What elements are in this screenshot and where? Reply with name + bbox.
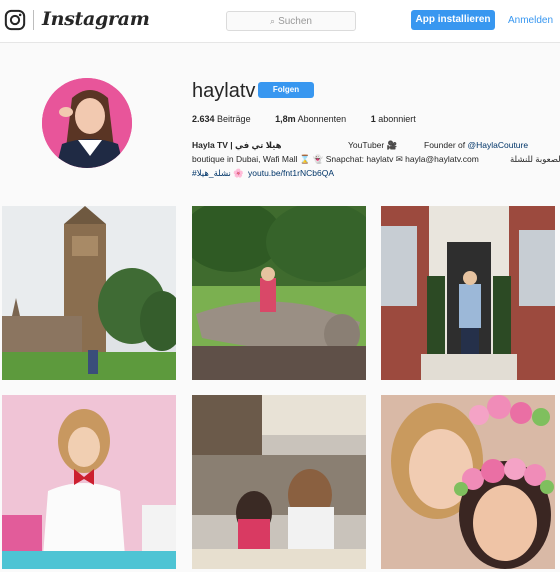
follow-button[interactable]: Folgen [258, 82, 314, 98]
post-tile[interactable] [2, 206, 176, 380]
search-placeholder: Suchen [278, 16, 312, 27]
stat-followers[interactable]: 1,8m Abonnenten [275, 114, 346, 124]
post-image-flower-crown [381, 395, 555, 569]
bio-youtube-link[interactable]: youtu.be/fnt1rNCb6QA [248, 166, 334, 180]
bio-line-3: #نشلة_هيلا 🌸 youtu.be/fnt1rNCb6QA [192, 166, 542, 180]
bio-youtuber: YouTuber 🎥 [348, 140, 398, 150]
bio-hashtag[interactable]: #نشلة_هيلا 🌸 [192, 166, 244, 180]
bio-location-contact: boutique in Dubai, Wafi Mall ⌛ 👻 Snapcha… [192, 154, 479, 164]
top-navigation-bar: Instagram ⌕ Suchen App installieren Anmel… [0, 0, 560, 43]
search-icon: ⌕ [270, 16, 276, 26]
instagram-camera-icon[interactable] [4, 9, 26, 31]
stat-following[interactable]: 1 abonniert [371, 114, 416, 124]
profile-stats: 2.634 Beiträge 1,8m Abonnenten 1 abonnie… [192, 114, 438, 124]
logo-divider [33, 10, 34, 30]
profile-avatar [42, 78, 132, 168]
post-tile[interactable] [381, 206, 555, 380]
bio-line-1: Hayla TV | هيلا تي في YouTuber 🎥 Founder… [192, 138, 542, 152]
install-app-button[interactable]: App installieren [411, 10, 495, 30]
post-tile[interactable] [192, 395, 366, 569]
bio-display-name: Hayla TV | هيلا تي في [192, 140, 282, 150]
profile-username: haylatv [192, 80, 256, 102]
stat-posts: 2.634 Beiträge [192, 114, 251, 124]
avatar-photo [42, 78, 132, 168]
post-tile[interactable] [381, 395, 555, 569]
instagram-wordmark[interactable]: Instagram [42, 8, 150, 30]
post-tile[interactable] [2, 395, 176, 569]
login-link[interactable]: Anmelden [508, 15, 553, 26]
post-image-big-ben [2, 206, 176, 380]
post-image-townhouse-door [381, 206, 555, 380]
search-input[interactable]: ⌕ Suchen [226, 11, 356, 31]
post-image-cafe [192, 395, 366, 569]
bio-arabic-text: الصعوبة للنشلة [510, 154, 560, 164]
founder-link[interactable]: @HaylaCouture [467, 140, 528, 150]
bio-line-2: boutique in Dubai, Wafi Mall ⌛ 👻 Snapcha… [192, 152, 560, 166]
post-image-white-top [2, 395, 176, 569]
post-image-park-log [192, 206, 366, 380]
post-tile[interactable] [192, 206, 366, 380]
bio-founder: Founder of @HaylaCouture [424, 140, 529, 150]
profile-bio: Hayla TV | هيلا تي في YouTuber 🎥 Founder… [192, 138, 560, 180]
